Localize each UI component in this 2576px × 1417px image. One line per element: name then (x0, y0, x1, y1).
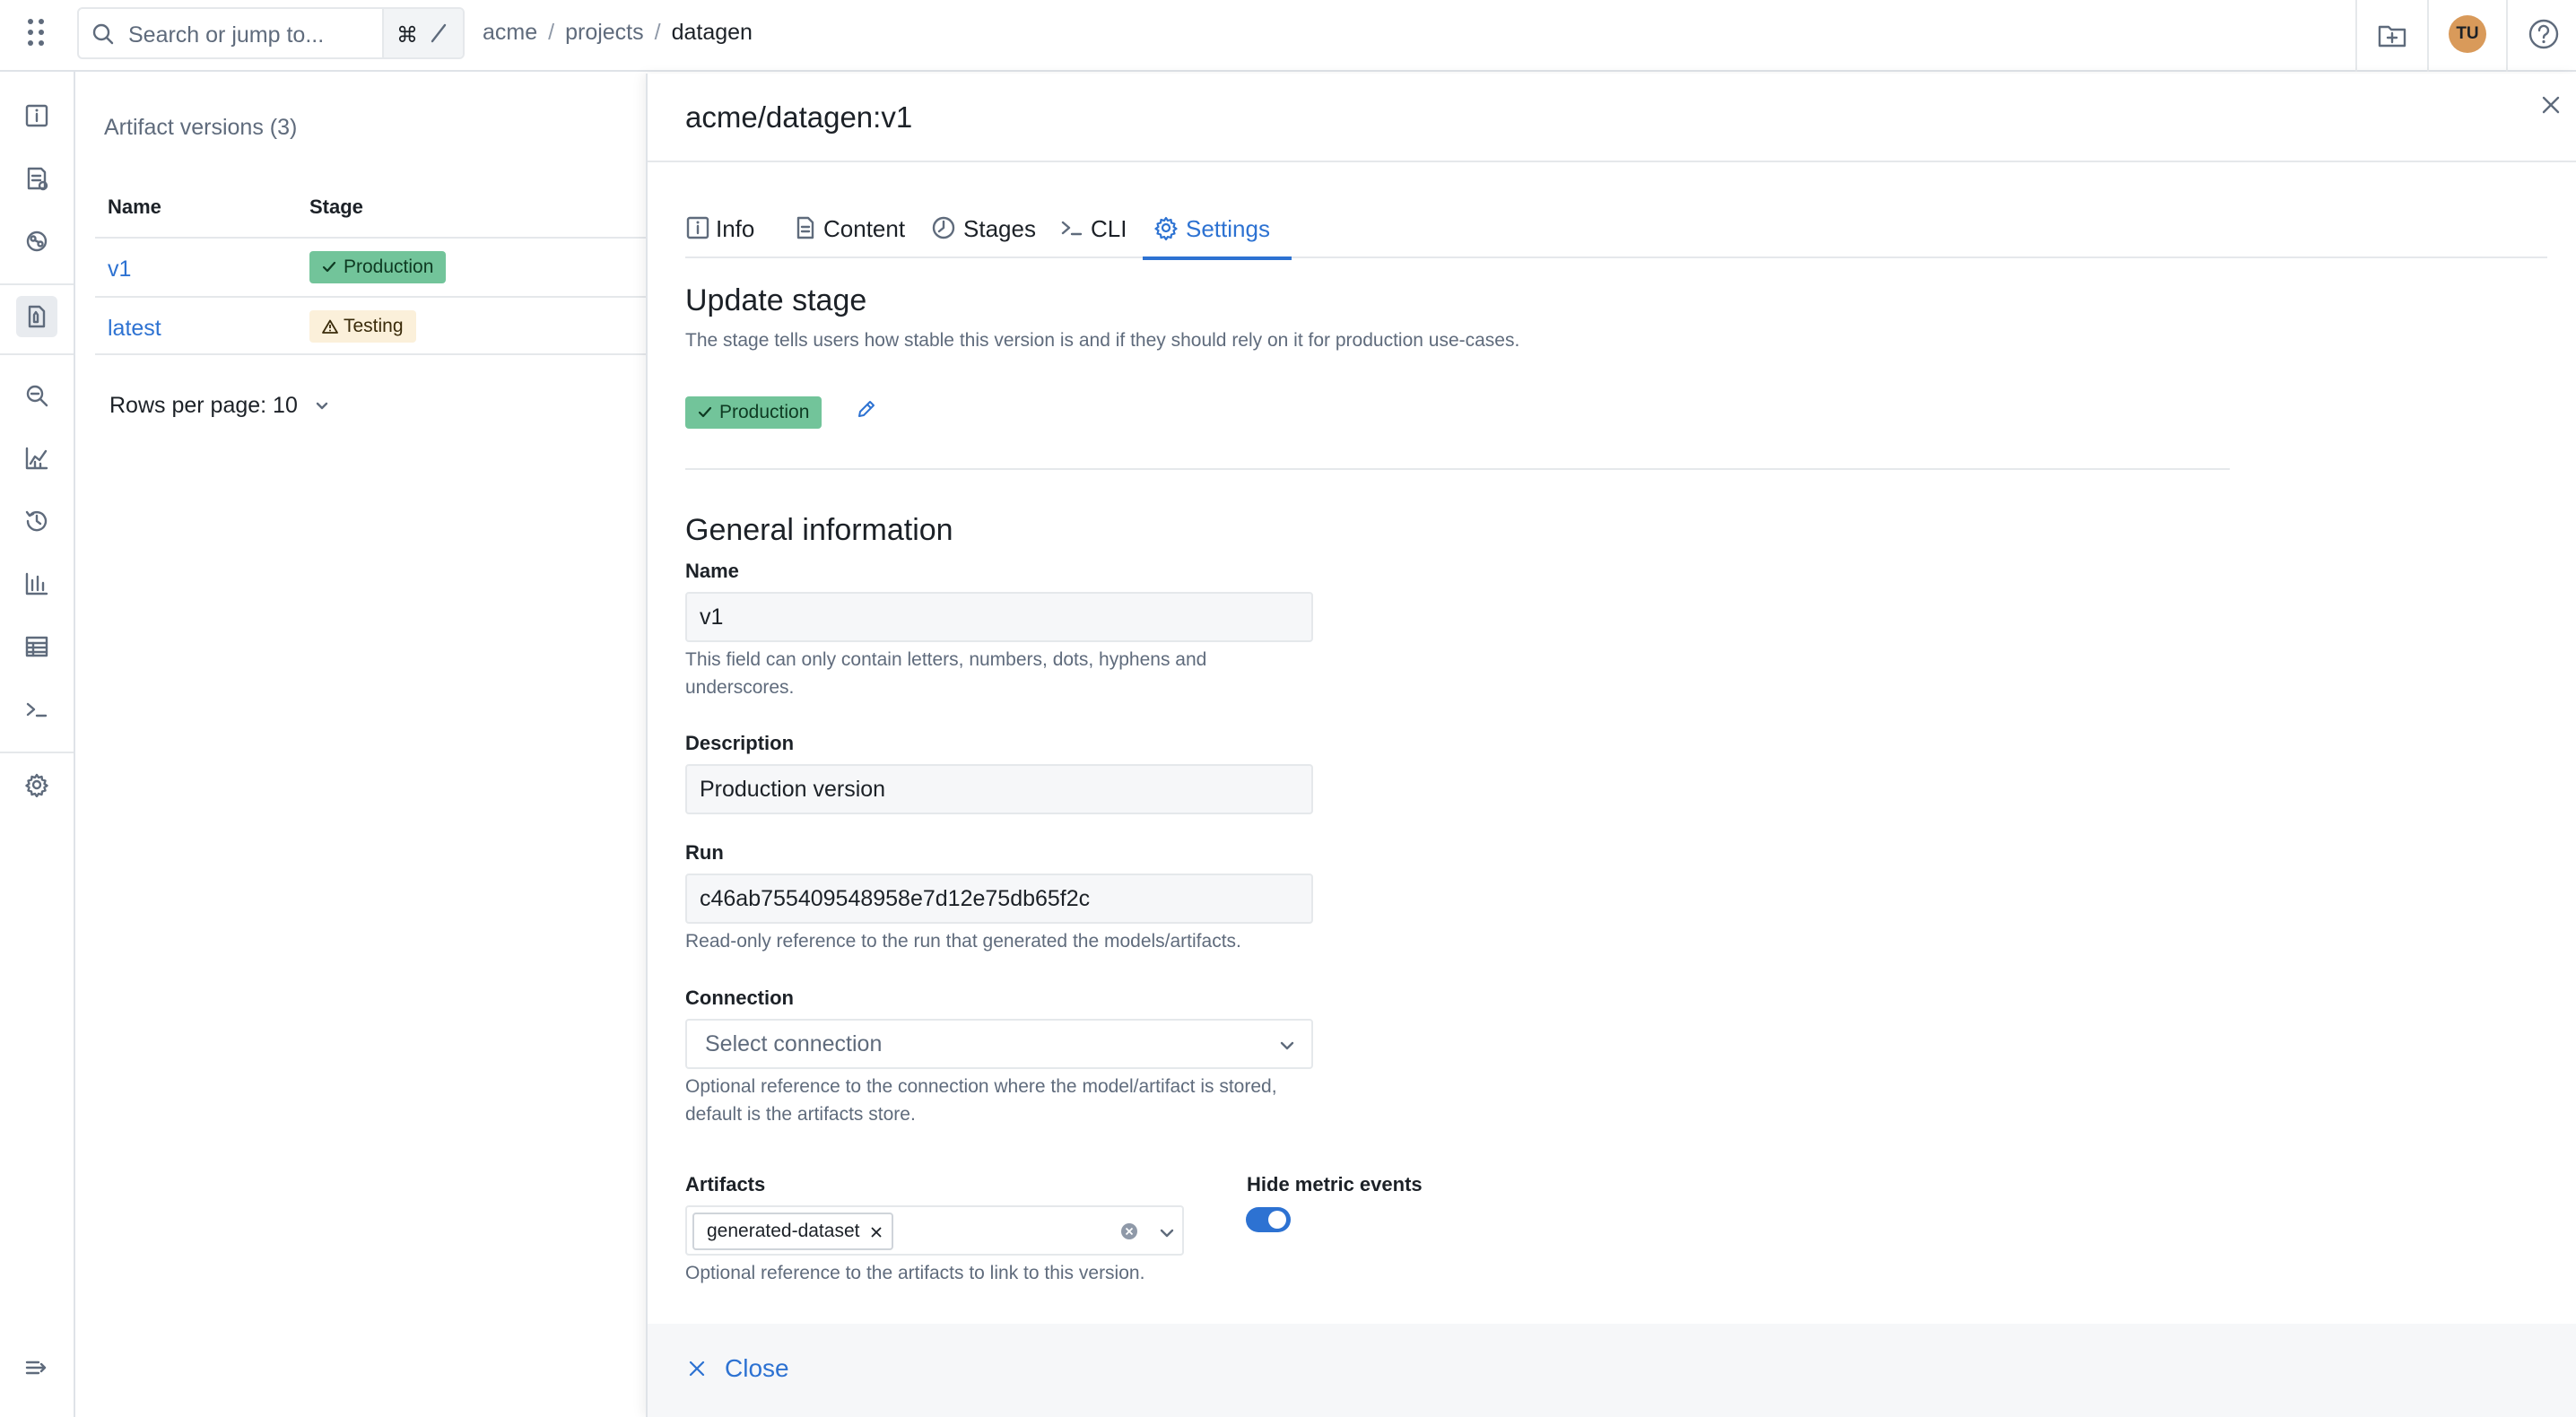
terminal-icon (1061, 221, 1083, 236)
nav-settings-icon[interactable] (16, 764, 57, 805)
artifacts-label: Artifacts (685, 1173, 766, 1195)
name-field[interactable]: v1 (685, 592, 1313, 642)
tab-cli[interactable]: CLI (1060, 210, 1132, 258)
chevron-down-icon (316, 403, 328, 410)
help-icon[interactable] (2527, 17, 2561, 51)
connection-help-text: Optional reference to the connection whe… (685, 1076, 1277, 1125)
left-nav (0, 72, 75, 1417)
tab-info[interactable]: Info (685, 210, 761, 258)
nav-info-icon[interactable] (16, 95, 57, 136)
hide-metric-events-label: Hide metric events (1247, 1173, 1423, 1195)
general-information-heading: General information (685, 513, 953, 547)
settings-gear-icon (1154, 216, 1178, 240)
artifact-tag: generated-dataset (692, 1213, 894, 1250)
tabs: Info Content Stages CLI Settings (685, 210, 2547, 260)
version-link[interactable]: latest (108, 316, 161, 342)
slash-key-icon (431, 23, 447, 43)
version-link[interactable]: v1 (108, 256, 131, 283)
divider (2355, 0, 2357, 72)
divider (648, 161, 2576, 162)
active-tab-indicator (1143, 256, 1292, 260)
nav-metrics-icon[interactable] (16, 438, 57, 479)
update-stage-heading: Update stage (685, 283, 867, 317)
clear-selection-icon[interactable] (1119, 1221, 1139, 1241)
breadcrumb-project[interactable]: datagen (672, 20, 753, 45)
search-shortcut: ⌘ (382, 9, 463, 57)
divider (0, 752, 74, 753)
versions-title: Artifact versions (3) (104, 115, 298, 140)
current-stage-badge: Production (685, 396, 822, 429)
drawer-footer: Close (648, 1324, 2576, 1417)
connection-label: Connection (685, 987, 794, 1009)
nav-terminal-icon[interactable] (16, 689, 57, 730)
avatar[interactable]: TU (2449, 15, 2486, 53)
rows-per-page-select[interactable]: Rows per page: 10 (109, 393, 331, 419)
name-help-text: This field can only contain letters, num… (685, 649, 1207, 698)
stages-clock-icon (932, 216, 955, 239)
check-icon (698, 406, 712, 418)
connection-select[interactable]: Select connection (685, 1019, 1313, 1069)
tab-stages[interactable]: Stages (931, 210, 1039, 258)
artifacts-help-text: Optional reference to the artifacts to l… (685, 1263, 1145, 1283)
nav-history-icon[interactable] (16, 500, 57, 542)
table-row[interactable]: latest Testing (95, 296, 646, 355)
nav-search-icon[interactable] (16, 375, 57, 416)
description-field[interactable]: Production version (685, 764, 1313, 814)
breadcrumb: acme / projects / datagen (483, 20, 753, 45)
table-row[interactable]: v1 Production (95, 237, 646, 296)
nav-expand-icon[interactable] (16, 1347, 57, 1388)
column-header-stage[interactable]: Stage (309, 196, 363, 219)
version-details-drawer: acme/datagen:v1 Info Content Stages CLI … (646, 74, 2576, 1417)
artifact-versions-panel: Artifact versions (3) Name Stage v1 Prod… (77, 74, 646, 1417)
drawer-title: acme/datagen:v1 (685, 100, 913, 134)
column-header-name[interactable]: Name (108, 196, 161, 219)
check-icon (322, 261, 336, 273)
stage-badge-production: Production (309, 251, 447, 283)
name-label: Name (685, 560, 739, 582)
divider (2427, 0, 2429, 72)
run-help-text: Read-only reference to the run that gene… (685, 931, 1241, 952)
nav-components-icon[interactable] (16, 221, 57, 262)
nav-runs-icon[interactable] (16, 158, 57, 199)
close-icon[interactable] (2539, 93, 2563, 117)
section-divider (685, 468, 2230, 470)
description-label: Description (685, 732, 795, 754)
search-placeholder: Search or jump to... (128, 22, 325, 48)
nav-chart-icon[interactable] (16, 563, 57, 604)
artifacts-multiselect[interactable]: generated-dataset (685, 1205, 1184, 1256)
divider (0, 353, 74, 355)
run-field[interactable]: c46ab755409548958e7d12e75db65f2c (685, 874, 1313, 924)
folder-add-icon[interactable] (2377, 20, 2407, 50)
close-icon (689, 1360, 705, 1377)
edit-stage-pencil-icon[interactable] (856, 398, 877, 420)
info-icon (686, 216, 709, 239)
remove-tag-icon[interactable] (870, 1226, 883, 1239)
divider (2506, 0, 2508, 72)
divider (0, 283, 74, 285)
run-label: Run (685, 841, 724, 864)
update-stage-description: The stage tells users how stable this ve… (685, 330, 1520, 351)
apps-grid-icon[interactable] (20, 16, 56, 52)
document-icon (796, 216, 814, 239)
chevron-down-icon[interactable] (1157, 1223, 1177, 1243)
breadcrumb-projects[interactable]: projects (565, 20, 644, 45)
close-button[interactable]: Close (687, 1351, 789, 1387)
breadcrumb-org[interactable]: acme (483, 20, 537, 45)
tab-content[interactable]: Content (793, 210, 909, 258)
tab-settings[interactable]: Settings (1143, 210, 1292, 260)
nav-table-icon[interactable] (16, 626, 57, 667)
search-icon (92, 23, 114, 45)
search-input[interactable]: Search or jump to... ⌘ (77, 7, 465, 59)
hide-metric-events-toggle[interactable] (1246, 1207, 1291, 1232)
nav-artifacts-icon[interactable] (16, 296, 57, 337)
chevron-down-icon (1280, 1041, 1294, 1050)
warning-icon (322, 319, 338, 334)
toggle-knob (1268, 1211, 1286, 1229)
stage-badge-testing: Testing (309, 310, 416, 343)
top-bar: Search or jump to... ⌘ acme / projects / dat… (0, 0, 2576, 72)
cmd-key: ⌘ (396, 22, 418, 48)
